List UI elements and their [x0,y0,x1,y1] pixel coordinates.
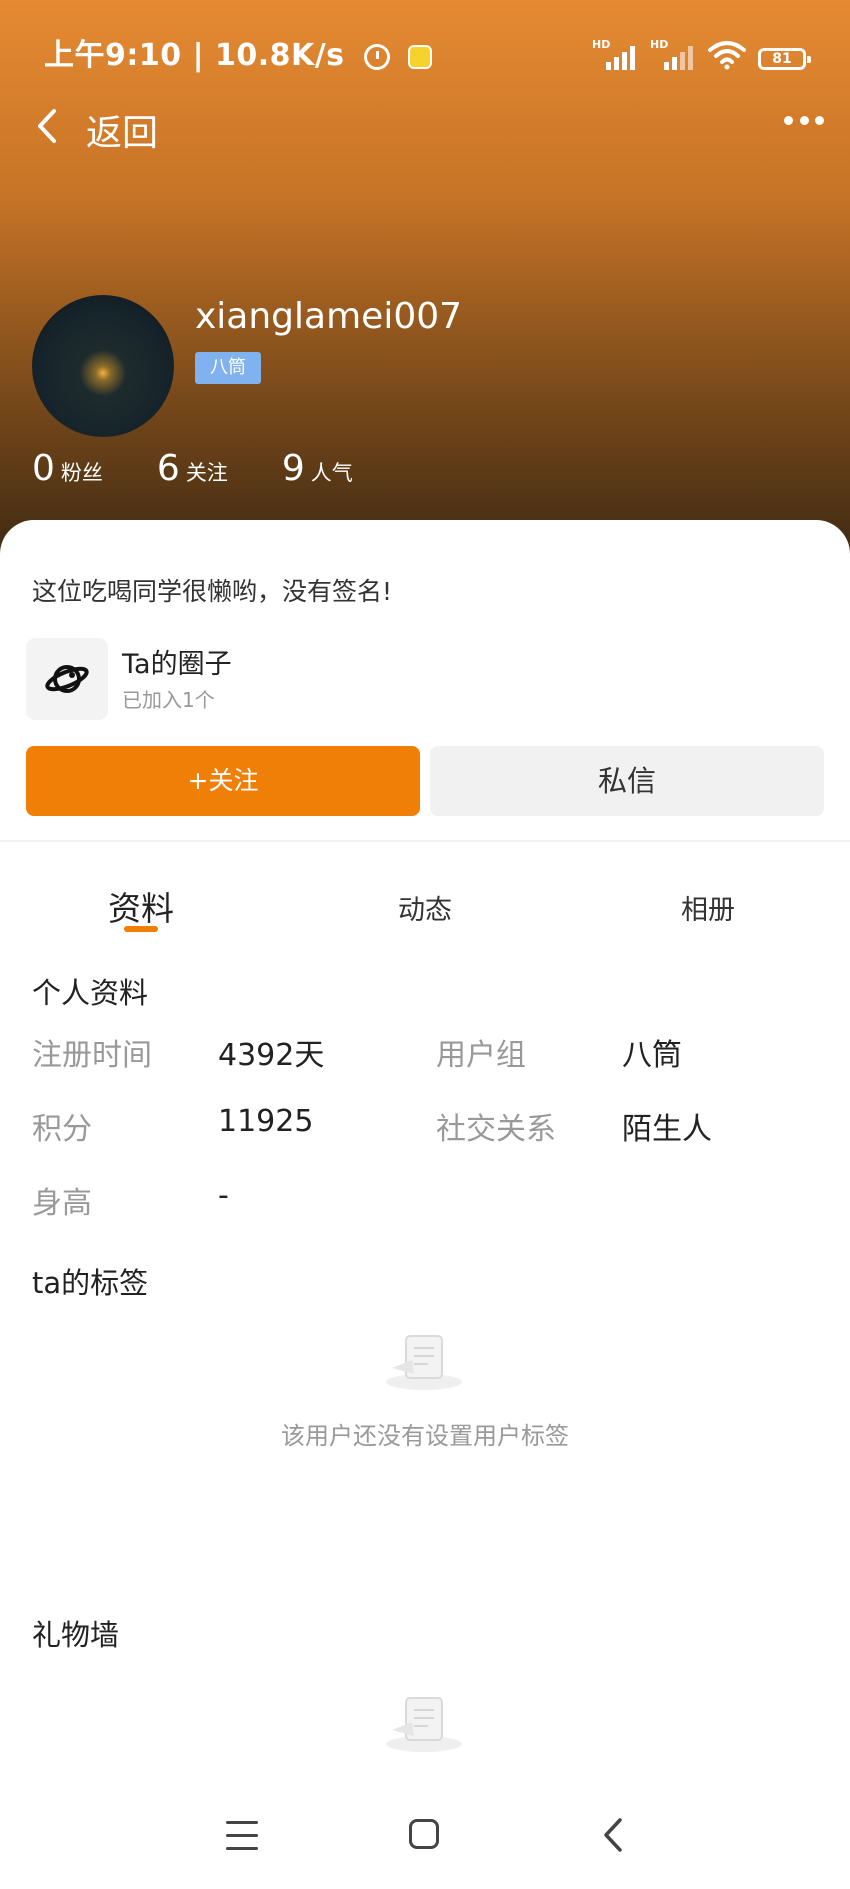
empty-document-icon [386,1335,462,1390]
battery-icon: 81 [758,48,811,70]
app-notification-icon [408,44,433,69]
status-right: HD HD 81 [592,36,811,70]
info-label: 用户组 [436,1038,526,1073]
system-navigation-bar [0,1789,850,1889]
info-value: - [218,1178,229,1213]
system-back-icon[interactable] [598,1817,628,1853]
signal-hd-label: HD [592,38,611,51]
profile-content-card: 这位吃喝同学很懒哟，没有签名! Ta的圈子 已加入1个 +关注 私信 资料 动态… [0,520,850,1889]
tab-indicator [124,926,158,932]
home-icon[interactable] [409,1819,439,1849]
circle-subtitle: 已加入1个 [122,688,215,712]
info-label: 身高 [32,1186,92,1221]
info-label: 注册时间 [32,1038,152,1073]
status-left: 上午9:10 | 10.8K/s [44,30,433,74]
tab-posts[interactable]: 动态 [398,888,452,927]
username: xianglamei007 [195,296,463,337]
stat-label: 粉丝 [60,461,103,485]
more-dots-icon[interactable] [784,116,824,128]
top-nav: 返回 [0,90,850,162]
menu-icon[interactable] [226,1821,258,1851]
info-value: 陌生人 [622,1112,712,1147]
tab-album[interactable]: 相册 [681,888,735,927]
signal-icon: HD [592,38,638,70]
stat-label: 关注 [185,461,228,485]
stat-number: 0 [32,448,55,489]
avatar[interactable] [32,295,174,437]
section-title-tags: ta的标签 [32,1266,149,1300]
user-group-badge: 八筒 [195,352,261,384]
tags-empty-text: 该用户还没有设置用户标签 [281,1422,569,1450]
signature: 这位吃喝同学很懒哟，没有签名! [32,577,393,606]
stat-number: 9 [281,448,305,489]
info-label: 社交关系 [436,1112,556,1147]
info-value: 4392天 [218,1038,325,1073]
status-time-speed: 上午9:10 | 10.8K/s [44,38,345,73]
profile-tabs: 资料 动态 相册 [0,850,850,950]
section-title-gift-wall: 礼物墙 [32,1618,120,1652]
alarm-icon [363,43,390,70]
stat-fans[interactable]: 0 粉丝 [32,448,103,489]
signal-icon: HD [650,38,696,70]
info-value: 11925 [218,1104,314,1139]
circle-title[interactable]: Ta的圈子 [122,642,232,681]
info-value: 八筒 [622,1038,682,1073]
status-bar: 上午9:10 | 10.8K/s HD HD 81 [0,22,850,78]
section-title-personal-info: 个人资料 [32,976,149,1010]
tab-profile-info[interactable]: 资料 [108,882,174,930]
stat-popularity: 9 人气 [282,448,353,489]
wifi-icon [708,40,746,70]
stat-label: 人气 [310,461,353,485]
message-button[interactable]: 私信 [430,746,824,816]
follow-button[interactable]: +关注 [26,746,420,816]
info-label: 积分 [32,1112,92,1147]
planet-icon [45,665,89,693]
circle-entry[interactable] [26,638,108,720]
stat-number: 6 [156,448,180,489]
chevron-left-icon[interactable] [30,108,66,144]
profile-stats: 0 粉丝 6 关注 9 人气 [32,448,407,489]
empty-document-icon [386,1697,462,1752]
signal-hd-label: HD [650,38,669,51]
back-label[interactable]: 返回 [86,104,158,156]
divider [0,840,850,842]
stat-following[interactable]: 6 关注 [157,448,228,489]
